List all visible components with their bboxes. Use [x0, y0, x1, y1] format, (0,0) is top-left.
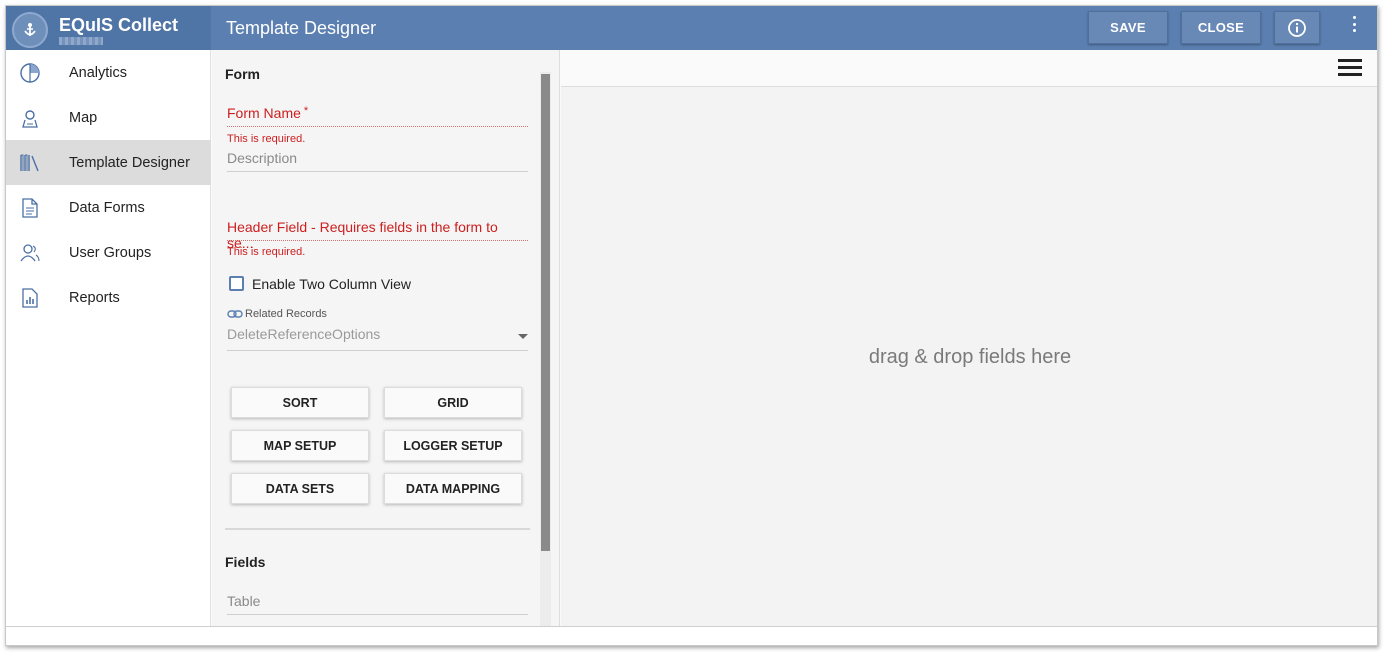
section-divider: [225, 528, 530, 530]
app-title: EQuIS Collect: [59, 15, 179, 35]
pie-chart-icon: [20, 62, 40, 83]
sidebar-item-template-designer[interactable]: Template Designer: [6, 140, 211, 185]
scrollbar-thumb[interactable]: [541, 74, 550, 551]
report-icon: [22, 287, 38, 308]
sidebar-item-label: User Groups: [69, 244, 152, 261]
sidebar: Analytics Map Template Designer Data For…: [6, 50, 211, 626]
sort-button[interactable]: SORT: [231, 387, 369, 418]
related-records-select[interactable]: DeleteReferenceOptions: [227, 326, 528, 351]
logger-setup-button[interactable]: LOGGER SETUP: [384, 430, 522, 461]
sidebar-item-user-groups[interactable]: User Groups: [6, 230, 211, 275]
brand-block: EQuIS Collect: [6, 6, 211, 50]
related-records-label: Related Records: [245, 308, 327, 320]
form-name-input[interactable]: Form Name *: [227, 103, 528, 127]
canvas-toolbar: [561, 50, 1377, 87]
form-name-label: Form Name: [227, 105, 301, 121]
grid-button[interactable]: GRID: [384, 387, 522, 418]
sidebar-item-analytics[interactable]: Analytics: [6, 50, 211, 95]
sidebar-item-label: Map: [69, 109, 98, 126]
map-pin-icon: [22, 109, 38, 128]
page-title: Template Designer: [226, 18, 377, 38]
map-setup-button[interactable]: MAP SETUP: [231, 430, 369, 461]
users-icon: [20, 243, 40, 261]
footer-bar: [6, 626, 1377, 645]
required-star: *: [303, 105, 309, 117]
chevron-down-icon: [518, 334, 528, 339]
data-sets-button[interactable]: DATA SETS: [231, 473, 369, 504]
sidebar-item-label: Reports: [69, 289, 120, 306]
related-records-value: DeleteReferenceOptions: [227, 326, 381, 342]
sidebar-item-map[interactable]: Map: [6, 95, 211, 140]
data-mapping-button[interactable]: DATA MAPPING: [384, 473, 522, 504]
form-panel: Form Form Name * This is required. Descri…: [212, 50, 560, 626]
header-bar: EQuIS Collect Template Designer SAVE CLO…: [6, 6, 1377, 50]
description-label: Description: [227, 150, 298, 166]
sidebar-item-reports[interactable]: Reports: [6, 275, 211, 320]
drop-hint: drag & drop fields here: [868, 346, 1072, 368]
two-column-label: Enable Two Column View: [252, 276, 412, 292]
books-icon: [20, 154, 39, 171]
sidebar-item-label: Template Designer: [69, 154, 190, 171]
header-field-select[interactable]: Header Field - Requires fields in the fo…: [227, 217, 528, 251]
form-section-title: Form: [225, 66, 260, 82]
two-column-checkbox[interactable]: [229, 276, 244, 291]
form-name-error: This is required.: [227, 133, 306, 145]
table-input[interactable]: Table: [227, 591, 528, 615]
app-window: EQuIS Collect Template Designer SAVE CLO…: [5, 5, 1378, 646]
hamburger-menu-icon[interactable]: [1338, 59, 1362, 77]
close-button[interactable]: CLOSE: [1181, 11, 1261, 44]
info-icon: [1288, 18, 1306, 37]
sidebar-item-label: Data Forms: [69, 199, 145, 216]
more-vert-icon[interactable]: [1345, 15, 1363, 33]
sidebar-item-data-forms[interactable]: Data Forms: [6, 185, 211, 230]
save-button[interactable]: SAVE: [1088, 11, 1168, 44]
info-button[interactable]: [1274, 11, 1320, 44]
fields-section-title: Fields: [225, 554, 266, 570]
link-icon: [227, 310, 243, 318]
app-version-blur: [59, 37, 103, 45]
document-icon: [22, 197, 38, 218]
app-logo-icon[interactable]: [12, 12, 48, 48]
sidebar-item-label: Analytics: [69, 64, 128, 81]
drop-canvas[interactable]: drag & drop fields here: [561, 50, 1377, 626]
header-field-error: This is required.: [227, 246, 306, 258]
description-input[interactable]: Description: [227, 148, 528, 172]
table-label: Table: [227, 593, 261, 609]
